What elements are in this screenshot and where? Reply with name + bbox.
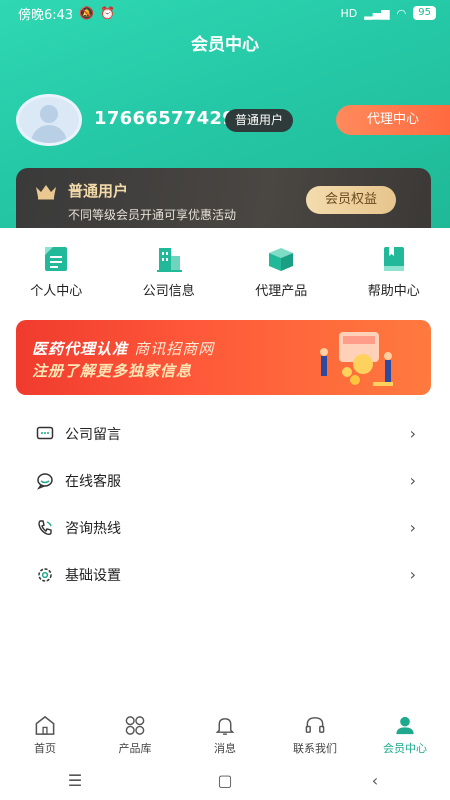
chevron-right-icon: ›: [409, 424, 416, 443]
tab-messages[interactable]: 消息: [180, 706, 270, 756]
document-icon: [45, 247, 68, 271]
gear-icon: [38, 567, 52, 582]
menu-icon[interactable]: ☰: [60, 771, 90, 790]
feature-grid: 个人中心 公司信息 代理产品 帮助中心: [0, 244, 450, 304]
chevron-right-icon: ›: [409, 565, 416, 584]
home-icon: [35, 715, 55, 735]
menu-list: 公司留言 › 在线客服 › 咨询热线 › 基础设置 ›: [0, 410, 450, 598]
banner-line-1-b: 商讯招商网: [134, 340, 215, 358]
membership-level: 普通用户: [68, 182, 129, 200]
back-icon[interactable]: ‹: [360, 771, 390, 790]
chevron-right-icon: ›: [409, 471, 416, 490]
membership-description: 不同等级会员开通可享优惠活动: [68, 208, 237, 222]
menu-item-label: 在线客服: [65, 473, 121, 490]
user-icon: [396, 716, 414, 735]
signal-icon: ▂▄▆: [364, 6, 390, 20]
banner-line-1-a: 医药代理认准: [32, 340, 129, 358]
tab-contact[interactable]: 联系我们: [270, 706, 360, 756]
chat-icon: [36, 426, 54, 439]
banner-illustration: [320, 332, 393, 386]
menu-item-company-message[interactable]: 公司留言 ›: [0, 410, 450, 457]
book-icon: [383, 247, 404, 271]
tab-products[interactable]: 产品库: [90, 706, 180, 756]
user-phone: 17666577429: [94, 108, 236, 129]
tab-label: 产品库: [118, 742, 152, 755]
box-icon: [269, 248, 294, 271]
avatar[interactable]: [16, 94, 82, 146]
member-benefits-button[interactable]: 会员权益: [306, 186, 396, 214]
agent-center-button[interactable]: 代理中心: [336, 105, 450, 135]
menu-item-label: 咨询热线: [65, 520, 121, 537]
grid-item-label: 公司信息: [142, 284, 195, 299]
home-square-icon[interactable]: ▢: [210, 771, 240, 790]
battery-level: 95: [413, 6, 436, 20]
avatar-body-shape: [31, 125, 67, 143]
promo-banner[interactable]: 医药代理认准 商讯招商网 注册了解更多独家信息: [16, 320, 431, 395]
crown-icon: [36, 185, 56, 200]
grid-item-help-center[interactable]: 帮助中心: [338, 244, 450, 304]
headset-icon: [305, 717, 325, 733]
customer-service-icon: [37, 472, 53, 490]
grid-icon: [125, 716, 145, 735]
grid-item-agent-products[interactable]: 代理产品: [225, 244, 338, 304]
menu-item-hotline[interactable]: 咨询热线 ›: [0, 504, 450, 551]
network-type: HD: [340, 6, 358, 20]
bell-icon: [215, 718, 235, 735]
tab-home[interactable]: 首页: [0, 706, 90, 756]
avatar-head-shape: [40, 105, 58, 123]
user-type-badge: 普通用户: [225, 109, 294, 132]
grid-item-label: 帮助中心: [367, 284, 420, 299]
menu-item-online-service[interactable]: 在线客服 ›: [0, 457, 450, 504]
menu-item-label: 公司留言: [65, 426, 121, 443]
wifi-icon: ◠: [396, 6, 407, 20]
status-time: 傍晚6:43: [18, 7, 74, 23]
phone-icon: [38, 519, 52, 535]
grid-item-label: 个人中心: [30, 284, 83, 299]
alarm-icon: ⏰: [100, 6, 116, 20]
bottom-tab-bar: 首页 产品库 消息 联系我们 会员中心: [0, 706, 450, 756]
grid-item-label: 代理产品: [255, 284, 308, 299]
tab-member-center[interactable]: 会员中心: [360, 706, 450, 756]
tab-label: 消息: [214, 742, 236, 755]
page-title: 会员中心: [191, 35, 259, 55]
grid-item-personal-center[interactable]: 个人中心: [0, 244, 113, 304]
building-icon: [156, 248, 182, 272]
menu-item-basic-settings[interactable]: 基础设置 ›: [0, 551, 450, 598]
banner-line-2: 注册了解更多独家信息: [32, 362, 193, 380]
tab-label: 会员中心: [383, 742, 427, 755]
tab-label: 首页: [34, 742, 56, 755]
mute-icon: 🔕: [79, 6, 95, 20]
status-bar: 傍晚6:43 🔕 ⏰ HD ▂▄▆ ◠ 95: [0, 0, 450, 26]
system-nav-bar: ☰ ▢ ‹: [0, 760, 450, 800]
tab-label: 联系我们: [293, 742, 337, 755]
menu-item-label: 基础设置: [65, 567, 121, 584]
grid-item-company-info[interactable]: 公司信息: [113, 244, 226, 304]
chevron-right-icon: ›: [409, 518, 416, 537]
banner-line-1: 医药代理认准 商讯招商网: [32, 338, 214, 359]
